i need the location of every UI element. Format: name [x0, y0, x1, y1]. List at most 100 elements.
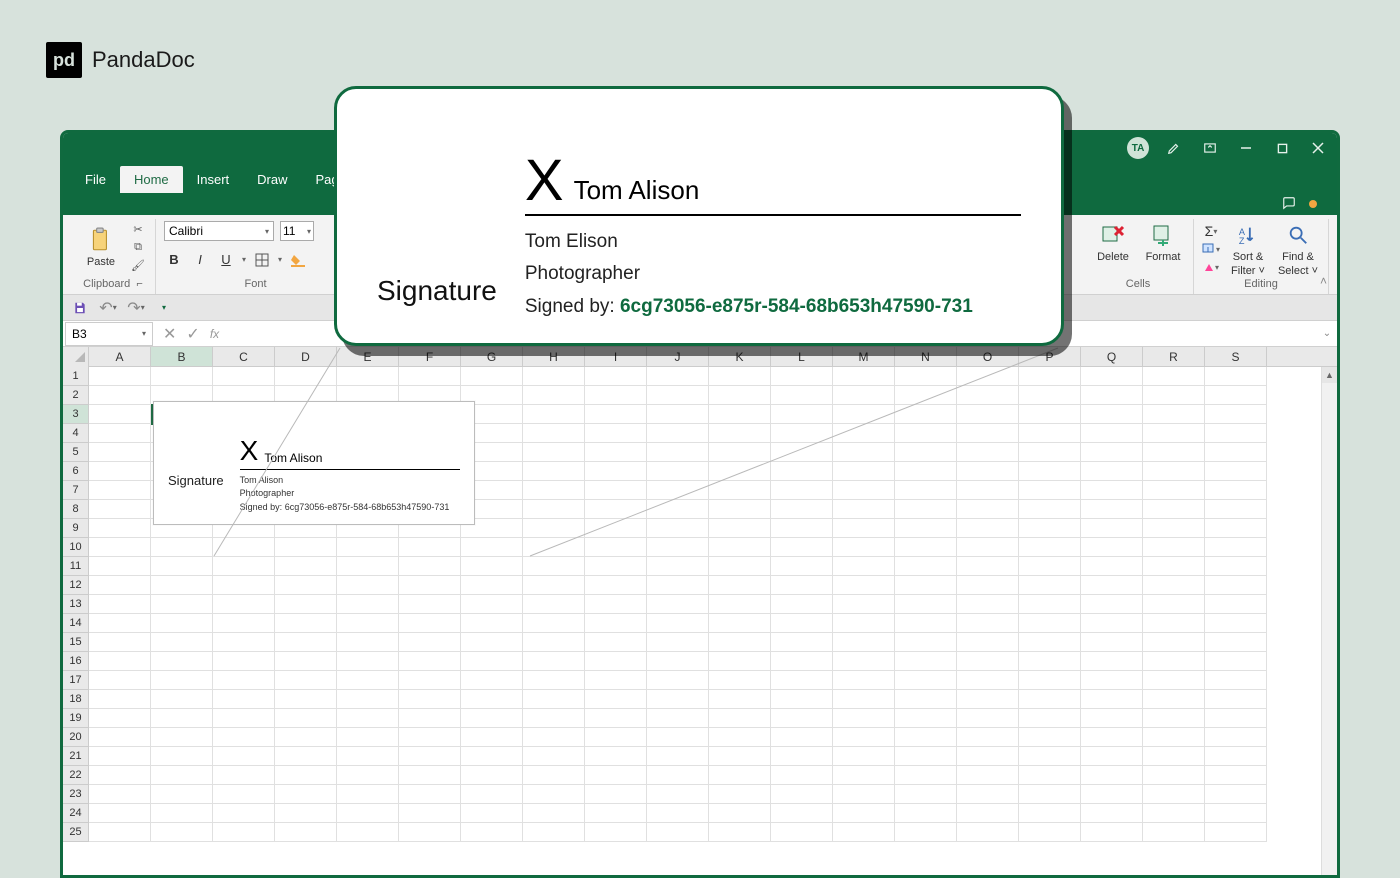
- column-header[interactable]: Q: [1081, 347, 1143, 366]
- tab-file[interactable]: File: [71, 166, 120, 193]
- cell[interactable]: [337, 633, 399, 652]
- cell[interactable]: [1019, 557, 1081, 576]
- cell[interactable]: [771, 823, 833, 842]
- cell[interactable]: [1081, 652, 1143, 671]
- cell[interactable]: [1205, 652, 1267, 671]
- cell[interactable]: [275, 671, 337, 690]
- cell[interactable]: [585, 500, 647, 519]
- cell[interactable]: [709, 424, 771, 443]
- cell[interactable]: [1205, 728, 1267, 747]
- cell[interactable]: [1205, 405, 1267, 424]
- cell[interactable]: [957, 595, 1019, 614]
- cell[interactable]: [1143, 614, 1205, 633]
- cell[interactable]: [337, 595, 399, 614]
- cell[interactable]: [647, 728, 709, 747]
- cell[interactable]: [895, 386, 957, 405]
- close-button[interactable]: [1307, 137, 1329, 159]
- cell[interactable]: [895, 595, 957, 614]
- cell[interactable]: [399, 709, 461, 728]
- cell[interactable]: [1019, 424, 1081, 443]
- cell[interactable]: [895, 519, 957, 538]
- cell[interactable]: [647, 766, 709, 785]
- cell[interactable]: [523, 633, 585, 652]
- cell[interactable]: [89, 652, 151, 671]
- cell[interactable]: [461, 595, 523, 614]
- cell[interactable]: [275, 709, 337, 728]
- cell[interactable]: [461, 785, 523, 804]
- cell[interactable]: [151, 367, 213, 386]
- underline-button[interactable]: U: [216, 250, 236, 270]
- cell[interactable]: [957, 367, 1019, 386]
- cell[interactable]: [89, 709, 151, 728]
- cell[interactable]: [399, 576, 461, 595]
- cell[interactable]: [585, 728, 647, 747]
- chevron-down-icon[interactable]: ▾: [242, 255, 246, 264]
- comments-icon[interactable]: [1281, 196, 1297, 213]
- font-size-select[interactable]: 11▾: [280, 221, 314, 241]
- cell[interactable]: [957, 671, 1019, 690]
- cell[interactable]: [151, 595, 213, 614]
- cell[interactable]: [895, 443, 957, 462]
- cell[interactable]: [151, 652, 213, 671]
- cell[interactable]: [833, 690, 895, 709]
- cell[interactable]: [585, 652, 647, 671]
- cell[interactable]: [1205, 481, 1267, 500]
- cell[interactable]: [337, 690, 399, 709]
- cell[interactable]: [1081, 595, 1143, 614]
- cell[interactable]: [1019, 709, 1081, 728]
- cell[interactable]: [895, 747, 957, 766]
- cell[interactable]: [1143, 652, 1205, 671]
- cell[interactable]: [771, 500, 833, 519]
- cell[interactable]: [1081, 576, 1143, 595]
- cell[interactable]: [151, 614, 213, 633]
- cell[interactable]: [1205, 785, 1267, 804]
- cell[interactable]: [771, 690, 833, 709]
- cell[interactable]: [957, 652, 1019, 671]
- cell[interactable]: [1205, 538, 1267, 557]
- account-avatar[interactable]: TA: [1127, 137, 1149, 159]
- cell[interactable]: [771, 519, 833, 538]
- cell[interactable]: [1081, 785, 1143, 804]
- cell[interactable]: [1143, 690, 1205, 709]
- cell[interactable]: [523, 690, 585, 709]
- chevron-down-icon[interactable]: ▾: [278, 255, 282, 264]
- cell[interactable]: [1019, 785, 1081, 804]
- cell[interactable]: [89, 595, 151, 614]
- cell[interactable]: [585, 785, 647, 804]
- cell[interactable]: [957, 538, 1019, 557]
- cell[interactable]: [895, 785, 957, 804]
- cell[interactable]: [337, 766, 399, 785]
- cell[interactable]: [1081, 633, 1143, 652]
- row-header[interactable]: 25: [63, 823, 89, 842]
- cell[interactable]: [275, 652, 337, 671]
- cell[interactable]: [1019, 614, 1081, 633]
- cell[interactable]: [771, 424, 833, 443]
- cell[interactable]: [523, 519, 585, 538]
- cell[interactable]: [1205, 709, 1267, 728]
- cell[interactable]: [151, 538, 213, 557]
- cell[interactable]: [585, 823, 647, 842]
- cell[interactable]: [461, 671, 523, 690]
- cell[interactable]: [89, 785, 151, 804]
- row-header[interactable]: 15: [63, 633, 89, 652]
- cell[interactable]: [895, 633, 957, 652]
- cell[interactable]: [151, 557, 213, 576]
- cell[interactable]: [957, 500, 1019, 519]
- cell[interactable]: [1143, 633, 1205, 652]
- cell[interactable]: [89, 519, 151, 538]
- cell[interactable]: [399, 747, 461, 766]
- row-header[interactable]: 11: [63, 557, 89, 576]
- column-header[interactable]: H: [523, 347, 585, 366]
- cell[interactable]: [895, 500, 957, 519]
- cell[interactable]: [647, 652, 709, 671]
- cell[interactable]: [461, 614, 523, 633]
- cell[interactable]: [1019, 690, 1081, 709]
- cell[interactable]: [1019, 633, 1081, 652]
- cell[interactable]: [1143, 785, 1205, 804]
- cell[interactable]: [89, 633, 151, 652]
- cell[interactable]: [1019, 443, 1081, 462]
- cell[interactable]: [461, 690, 523, 709]
- cell[interactable]: [399, 633, 461, 652]
- cell[interactable]: [523, 823, 585, 842]
- cell[interactable]: [895, 823, 957, 842]
